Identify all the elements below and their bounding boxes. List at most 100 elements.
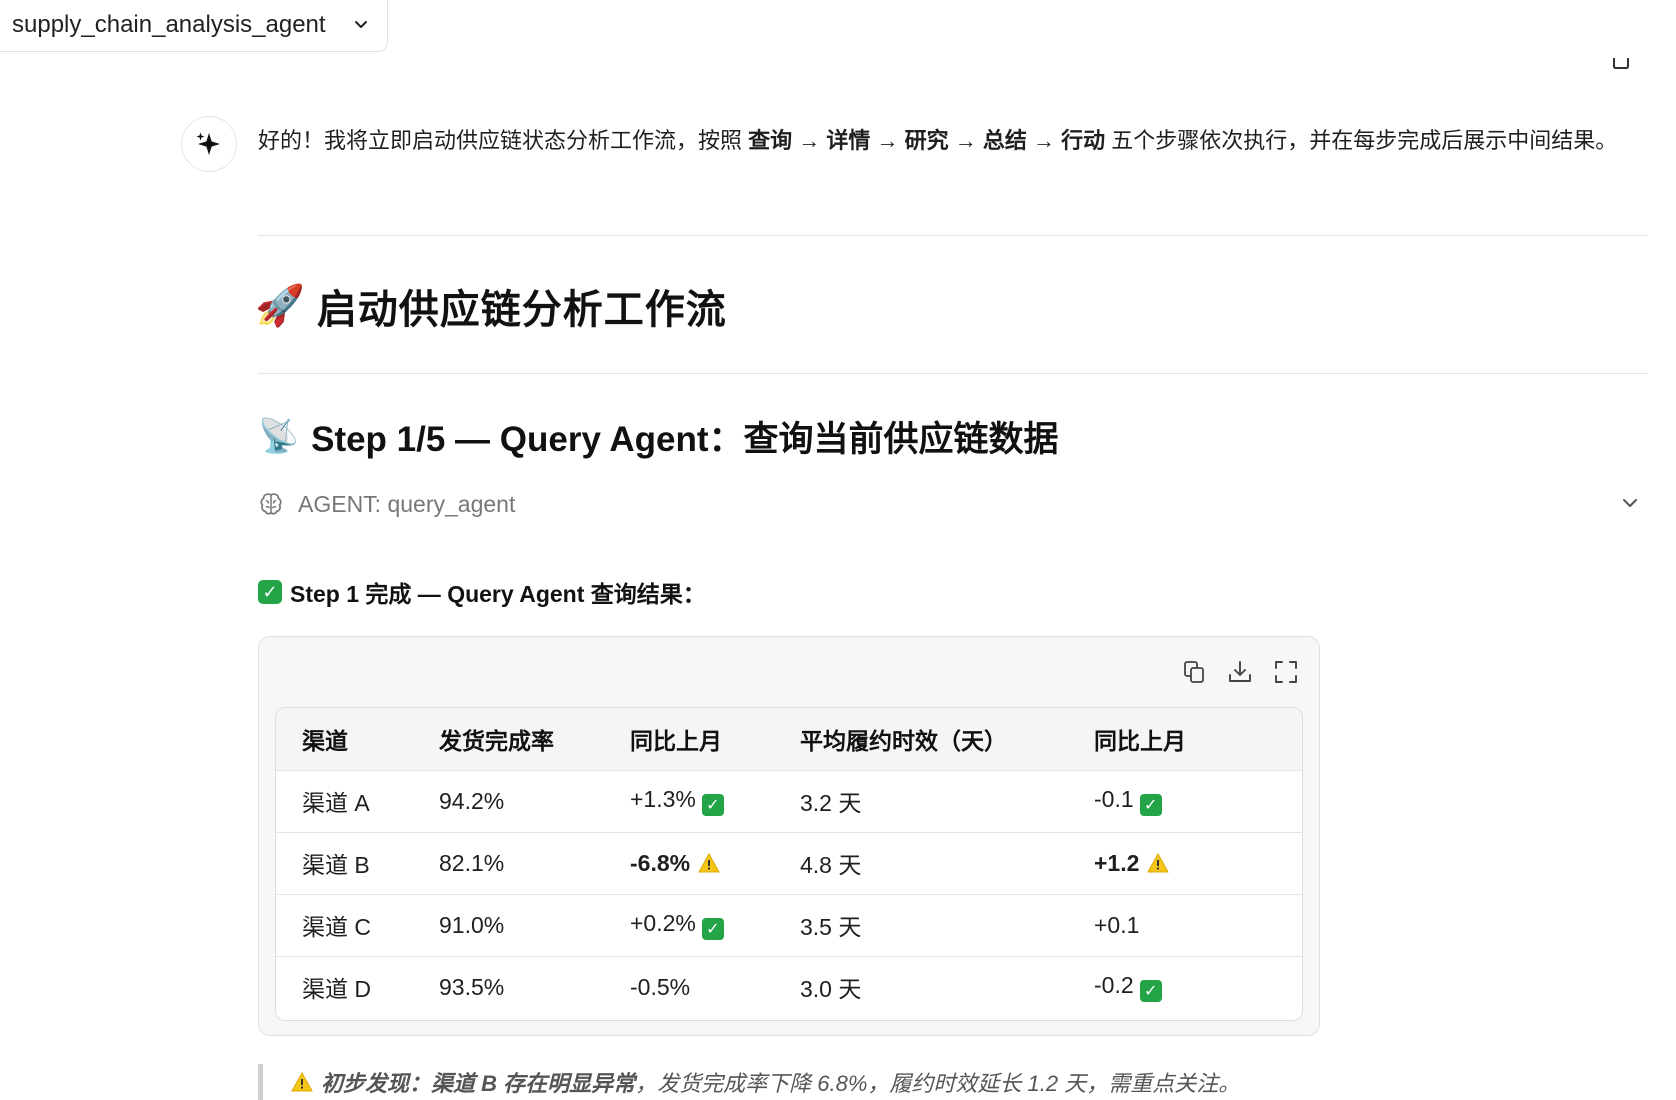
table-header-row: 渠道 发货完成率 同比上月 平均履约时效（天） 同比上月 [276,708,1302,770]
agent-toggle[interactable]: AGENT: query_agent [258,488,515,520]
cell-value: 93.5% [439,973,505,1000]
warning-icon [291,1072,313,1092]
cell-value: +0.1 [1094,911,1140,938]
table-row: 渠道 B 82.1% -6.8% 4.8 天 +1.2 [276,832,1302,894]
cell-value: 渠道 B [302,852,370,878]
cell-value: 3.0 天 [800,976,862,1003]
cell-value: -0.1 [1094,786,1134,812]
table-body: 渠道 A 94.2% +1.3% ✓ 3.2 天 -0.1 ✓ 渠道 B 82.1% -6.8% 4… [276,770,1302,1018]
arrow-separator: → [870,128,905,153]
table-cell: 渠道 D [276,956,413,1018]
check-icon: ✓ [701,794,724,816]
table-cell: -0.5% [604,956,774,1018]
check-icon: ✓ [1139,980,1162,1003]
check-icon: ✓ [1139,794,1162,816]
table-cell: 82.1% [413,832,604,894]
data-table: 渠道 发货完成率 同比上月 平均履约时效（天） 同比上月 渠道 A 94.2% +1.3% ✓… [275,707,1303,1021]
agent-selector[interactable]: supply_chain_analysis_agent [0,0,388,52]
table-cell: 94.2% [413,770,604,832]
step-keyword: 行动 [1061,128,1106,153]
satellite-icon: 📡 [258,416,300,454]
sparkle-icon [196,132,220,155]
cell-value: 渠道 C [302,914,371,940]
step-result-text: Step 1 完成 — Query Agent 查询结果： [290,581,706,607]
table-cell: 93.5% [413,956,604,1018]
check-icon: ✓ [258,580,282,604]
download-icon[interactable] [1227,659,1253,685]
finding-text: 初步发现：渠道 B 存在明显异常，发货完成率下降 6.8%，履约时效延长 1.2… [321,1066,1240,1098]
column-header: 发货完成率 [439,727,554,754]
intro-prefix: 好的！我将立即启动供应链状态分析工作流，按照 [258,128,749,153]
brain-icon [260,493,282,515]
step-keyword: 查询 [748,128,793,153]
cell-value: 渠道 A [302,790,370,816]
arrow-separator: → [1026,128,1062,153]
table-cell: -0.1 ✓ [1068,770,1302,832]
assistant-intro: 好的！我将立即启动供应链状态分析工作流，按照 查询 → 详情 → 研究 → 总结… [258,124,1648,158]
step-heading-text: Step 1/5 — Query Agent：查询当前供应链数据 [311,419,1059,459]
cell-value: +1.2 [1094,849,1140,876]
cell-value: -0.2 [1094,972,1134,999]
cell-value: 4.8 天 [800,852,862,878]
table-cell: 3.5 天 [774,894,1068,956]
divider [258,373,1648,374]
table-card: 渠道 发货完成率 同比上月 平均履约时效（天） 同比上月 渠道 A 94.2% +1.3% ✓… [258,636,1320,1036]
table-cell: 4.8 天 [774,832,1068,894]
step-result-title: ✓ Step 1 完成 — Query Agent 查询结果： [258,576,706,608]
agent-label: AGENT: query_agent [298,490,516,517]
table-cell: -6.8% [604,832,774,894]
cell-value: -0.5% [630,973,691,1000]
workflow-heading: 🚀 启动供应链分析工作流 [255,278,727,334]
warning-icon [698,852,720,872]
chevron-down-icon [355,21,367,28]
column-header: 渠道 [302,727,348,754]
step-keyword: 总结 [982,128,1027,153]
rocket-icon: 🚀 [255,284,305,328]
table-row: 渠道 D 93.5% -0.5% 3.0 天 -0.2 ✓ [276,956,1302,1018]
column-header: 同比上月 [1094,727,1186,754]
cell-value: 渠道 D [302,976,371,1003]
column-header: 同比上月 [630,727,722,754]
arrow-separator: → [948,128,983,153]
cell-value: +0.2% [630,910,696,936]
table-cell: 91.0% [413,894,604,956]
copy-icon[interactable] [1181,659,1207,685]
scroll-corner-icon [1613,58,1629,69]
fullscreen-icon[interactable] [1273,659,1299,685]
table-cell: +0.2% ✓ [604,894,774,956]
intro-suffix: 五个步骤依次执行，并在每步完成后展示中间结果。 [1105,128,1618,153]
check-icon: ✓ [701,918,724,940]
step-keyword: 研究 [904,128,949,153]
table-cell: 渠道 C [276,894,413,956]
table-cell: 渠道 B [276,832,413,894]
finding-lead: 初步发现：渠道 B 存在明显异常 [321,1071,636,1096]
expand-chevron-icon[interactable] [1619,492,1641,514]
assistant-avatar [181,116,237,172]
table-cell: 3.2 天 [774,770,1068,832]
arrow-separator: → [792,128,827,153]
table-cell: 渠道 A [276,770,413,832]
divider [258,235,1648,236]
table-cell: +0.1 [1068,894,1302,956]
table-cell: 3.0 天 [774,956,1068,1018]
agent-selector-label: supply_chain_analysis_agent [12,11,326,38]
cell-value: 3.5 天 [800,914,862,940]
table-cell: +1.2 [1068,832,1302,894]
table-row: 渠道 A 94.2% +1.3% ✓ 3.2 天 -0.1 ✓ [276,770,1302,832]
finding-callout: 初步发现：渠道 B 存在明显异常，发货完成率下降 6.8%，履约时效延长 1.2… [258,1064,1240,1100]
table-toolbar [1181,659,1299,685]
cell-value: 94.2% [439,787,505,814]
column-header: 平均履约时效（天） [800,727,1007,754]
cell-value: 3.2 天 [800,790,862,816]
table-cell: -0.2 ✓ [1068,956,1302,1018]
workflow-heading-text: 启动供应链分析工作流 [316,288,727,332]
table-row: 渠道 C 91.0% +0.2% ✓ 3.5 天 +0.1 [276,894,1302,956]
cell-value: 82.1% [439,849,505,876]
step-heading: 📡 Step 1/5 — Query Agent：查询当前供应链数据 [258,410,1059,462]
table-cell: +1.3% ✓ [604,770,774,832]
cell-value: +1.3% [630,786,696,812]
cell-value: 91.0% [439,911,505,938]
finding-rest: ，发货完成率下降 6.8%，履约时效延长 1.2 天，需重点关注。 [635,1071,1241,1096]
step-keyword: 详情 [826,128,871,153]
cell-value: -6.8% [630,849,691,876]
